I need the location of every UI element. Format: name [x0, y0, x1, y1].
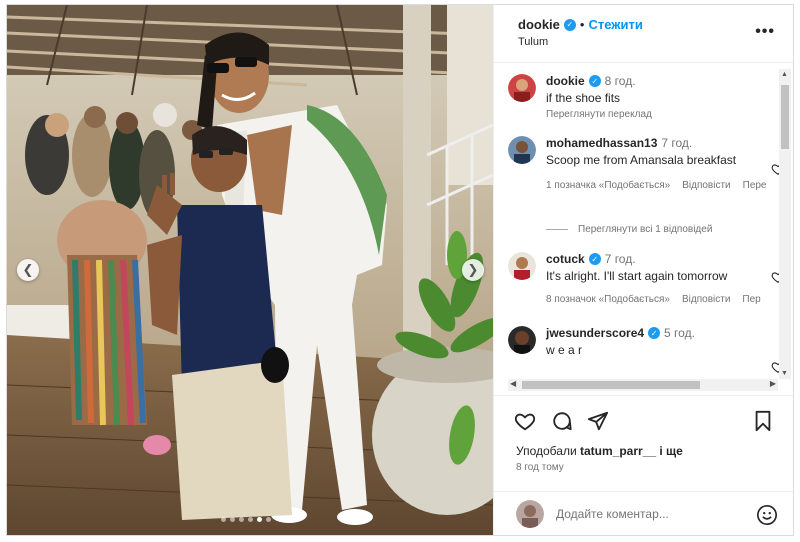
comment-input[interactable]	[556, 507, 736, 521]
chevron-left-icon: ❮	[22, 262, 34, 277]
previous-slide-button[interactable]: ❮	[17, 259, 39, 281]
reply-button[interactable]: Відповісти	[682, 294, 730, 305]
next-slide-button[interactable]: ❯	[462, 259, 484, 281]
separator-dot: •	[579, 17, 585, 32]
comments-vertical-scrollbar[interactable]: ▲ ▼	[779, 69, 791, 379]
liked-by-user[interactable]: tatum_parr__	[580, 444, 656, 458]
post-photo[interactable]: ❮ ❯	[7, 5, 493, 535]
comment-author[interactable]: dookie	[546, 74, 585, 88]
verified-icon: ✓	[648, 327, 661, 339]
verified-icon: ✓	[588, 75, 601, 87]
translate-link[interactable]: Переглянути переклад	[546, 109, 776, 120]
emoji-icon[interactable]	[756, 504, 778, 526]
avatar[interactable]	[508, 74, 536, 102]
post-author-row: dookie ✓ • Стежити	[518, 17, 643, 32]
post-side-panel: dookie ✓ • Стежити Tulum ••• dookie ✓ 8 …	[493, 5, 793, 535]
avatar[interactable]	[508, 326, 536, 354]
post-header: dookie ✓ • Стежити Tulum •••	[494, 5, 793, 63]
view-replies-label: Переглянути всі 1 відповідей	[578, 224, 713, 235]
comment-author[interactable]: jwesunderscore4	[546, 326, 644, 340]
carousel-indicator	[221, 517, 271, 522]
scrollbar-thumb[interactable]	[781, 85, 789, 149]
scroll-right-icon[interactable]: ▶	[770, 379, 776, 388]
comment-likes-count[interactable]: 8 позначок «Подобається»	[546, 294, 670, 305]
carousel-dot	[221, 517, 226, 522]
reply-button[interactable]: Відповісти	[682, 180, 730, 191]
avatar[interactable]	[508, 136, 536, 164]
scroll-left-icon[interactable]: ◀	[510, 379, 516, 388]
view-replies-button[interactable]: Переглянути всі 1 відповідей	[546, 224, 712, 235]
post-dialog: ❮ ❯ dookie ✓ • Стежити Tulum ••• dookie …	[6, 4, 794, 536]
comment-author[interactable]: mohamedhassan13	[546, 136, 657, 150]
verified-icon: ✓	[588, 253, 601, 265]
bookmark-icon[interactable]	[752, 410, 774, 432]
verified-icon: ✓	[563, 18, 576, 31]
add-comment-bar	[494, 491, 793, 535]
post-location[interactable]: Tulum	[518, 36, 548, 48]
comments-list: dookie ✓ 8 год. if the shoe fits Перегля…	[494, 64, 793, 382]
likes-others-link[interactable]: і ще	[659, 444, 682, 458]
comment-time: 7 год.	[604, 252, 636, 266]
comment-more-truncated[interactable]: Пере	[743, 180, 767, 191]
comment-text: w e a r	[546, 343, 583, 357]
avatar[interactable]	[508, 252, 536, 280]
divider-line	[546, 229, 568, 230]
carousel-dot	[266, 517, 271, 522]
scroll-up-icon[interactable]: ▲	[781, 71, 788, 78]
comment-icon[interactable]	[551, 410, 573, 432]
comment-time: 5 год.	[664, 326, 695, 340]
comment-text: Scoop me from Amansala breakfast	[546, 153, 737, 167]
comment-more-truncated[interactable]: Пер	[742, 294, 760, 305]
comment-text: It's alright. I'll start again tomorrow	[546, 269, 728, 283]
carousel-dot	[239, 517, 244, 522]
comment-time: 7 год.	[661, 136, 693, 150]
post-author-username[interactable]: dookie	[518, 17, 560, 32]
post-actions: Уподобали tatum_parr__ і ще 8 год тому	[494, 395, 793, 491]
scroll-down-icon[interactable]: ▼	[781, 370, 788, 377]
photo-illustration	[7, 5, 493, 535]
comments-horizontal-scrollbar[interactable]: ◀ ▶	[508, 379, 778, 391]
carousel-dot-active	[257, 517, 262, 522]
comment-meta: 8 позначок «Подобається» Відповісти Пер	[546, 294, 776, 305]
post-timestamp: 8 год тому	[516, 462, 564, 473]
carousel-dot	[248, 517, 253, 522]
more-horizontal-icon[interactable]: •••	[755, 23, 775, 41]
current-user-avatar	[516, 500, 544, 528]
comment-time: 8 год.	[604, 74, 636, 88]
comment-likes-count[interactable]: 1 позначка «Подобається»	[546, 180, 670, 191]
carousel-dot	[230, 517, 235, 522]
caption-text: if the shoe fits	[546, 91, 621, 105]
follow-button[interactable]: Стежити	[588, 17, 642, 32]
share-icon[interactable]	[587, 410, 609, 432]
likes-summary: Уподобали tatum_parr__ і ще	[516, 444, 683, 458]
comment-author[interactable]: cotuck	[546, 252, 585, 266]
chevron-right-icon: ❯	[467, 262, 479, 277]
comment-meta: 1 позначка «Подобається» Відповісти Пере	[546, 180, 776, 191]
heart-icon[interactable]	[514, 410, 536, 432]
scrollbar-thumb[interactable]	[522, 381, 700, 389]
likes-prefix: Уподобали	[516, 444, 577, 458]
